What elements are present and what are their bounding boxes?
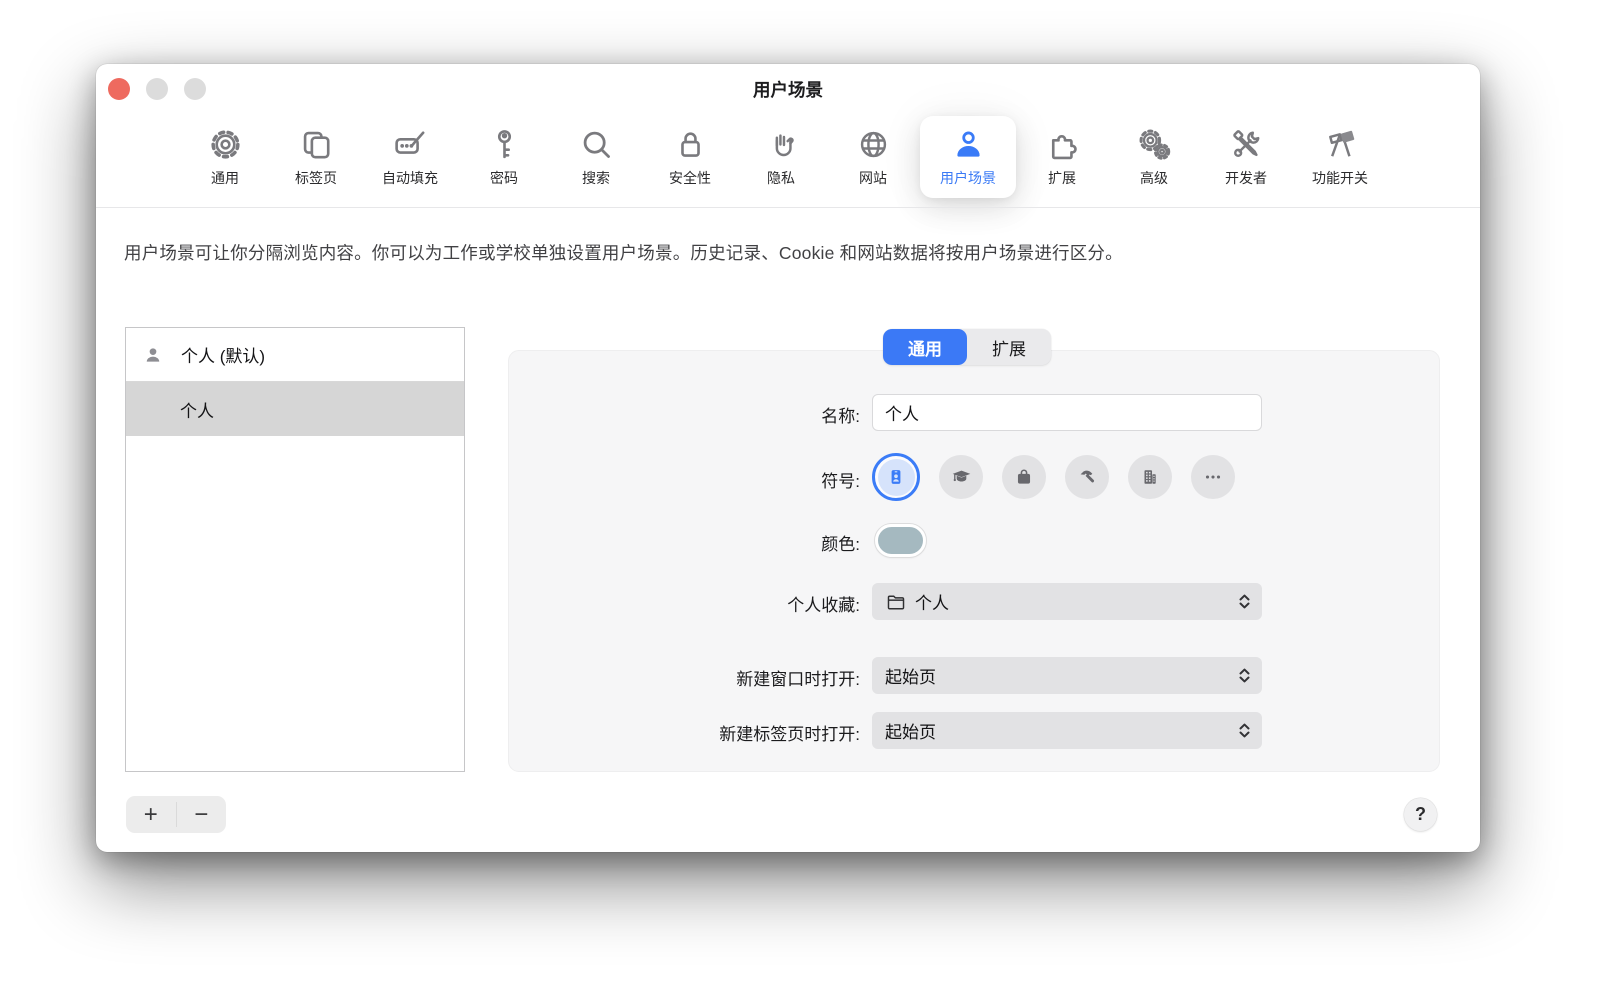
tab-general[interactable]: 通用 bbox=[883, 329, 967, 365]
gear-icon bbox=[207, 124, 244, 164]
symbol-option-bag[interactable] bbox=[1002, 455, 1046, 499]
new-tab-label: 新建标签页时打开: bbox=[719, 720, 860, 745]
tab-extensions[interactable]: 扩展 bbox=[967, 329, 1051, 365]
key-icon bbox=[486, 124, 523, 164]
person-icon bbox=[950, 124, 987, 164]
add-profile-button[interactable]: + bbox=[126, 796, 176, 833]
help-button[interactable]: ? bbox=[1404, 798, 1437, 831]
screen: 用户场景 通用 标签页 bbox=[0, 0, 1600, 996]
symbol-label: 符号: bbox=[821, 467, 860, 492]
new-window-label: 新建窗口时打开: bbox=[736, 665, 860, 690]
search-icon bbox=[578, 124, 615, 164]
bag-icon bbox=[1013, 466, 1035, 488]
list-item-label: 个人 (默认) bbox=[181, 342, 265, 367]
chevron-up-down-icon bbox=[1237, 722, 1252, 739]
symbol-option-more[interactable] bbox=[1191, 455, 1235, 499]
favorites-value: 个人 bbox=[915, 589, 1237, 614]
profiles-list: 个人 (默认) 个人 bbox=[125, 327, 465, 772]
tools-icon bbox=[1228, 124, 1265, 164]
hand-icon bbox=[763, 124, 800, 164]
profiles-description: 用户场景可让你分隔浏览内容。你可以为工作或学校单独设置用户场景。历史记录、Coo… bbox=[124, 240, 1452, 265]
profile-color-swatch[interactable] bbox=[875, 524, 926, 557]
folder-icon bbox=[885, 591, 907, 613]
toolbar-item-websites[interactable]: 网站 bbox=[813, 124, 933, 188]
toolbar-item-feature-flags[interactable]: 功能开关 bbox=[1280, 124, 1400, 188]
color-label: 颜色: bbox=[821, 530, 860, 555]
remove-profile-button[interactable]: − bbox=[177, 796, 227, 833]
symbol-options bbox=[872, 453, 1235, 501]
new-tab-value: 起始页 bbox=[885, 718, 1237, 743]
tabs-icon bbox=[298, 124, 335, 164]
list-item-personal-profile[interactable]: 个人 bbox=[126, 382, 464, 436]
building-icon bbox=[1139, 466, 1161, 488]
flags-icon bbox=[1322, 124, 1359, 164]
new-window-value: 起始页 bbox=[885, 663, 1237, 688]
chevron-up-down-icon bbox=[1237, 667, 1252, 684]
toolbar-divider bbox=[96, 207, 1480, 208]
name-label: 名称: bbox=[821, 402, 860, 427]
hammer-icon bbox=[1076, 466, 1098, 488]
puzzle-icon bbox=[1044, 124, 1081, 164]
settings-toolbar: 通用 标签页 bbox=[96, 64, 1480, 207]
favorites-label: 个人收藏: bbox=[787, 591, 860, 616]
id-badge-icon bbox=[885, 466, 907, 488]
globe-icon bbox=[855, 124, 892, 164]
chevron-up-down-icon bbox=[1237, 593, 1252, 610]
gears-icon bbox=[1136, 124, 1173, 164]
symbol-option-building[interactable] bbox=[1128, 455, 1172, 499]
new-window-dropdown[interactable]: 起始页 bbox=[872, 657, 1262, 694]
safari-settings-window: 用户场景 通用 标签页 bbox=[96, 64, 1480, 852]
favorites-dropdown[interactable]: 个人 bbox=[872, 583, 1262, 620]
detail-tabs: 通用 扩展 bbox=[883, 329, 1051, 365]
symbol-option-graduation-cap[interactable] bbox=[939, 455, 983, 499]
new-tab-dropdown[interactable]: 起始页 bbox=[872, 712, 1262, 749]
ellipsis-icon bbox=[1202, 466, 1224, 488]
autofill-icon bbox=[392, 124, 429, 164]
list-item-default-profile[interactable]: 个人 (默认) bbox=[126, 328, 464, 382]
symbol-option-id-badge[interactable] bbox=[872, 453, 920, 501]
person-icon bbox=[143, 345, 163, 365]
symbol-option-hammer[interactable] bbox=[1065, 455, 1109, 499]
lock-icon bbox=[672, 124, 709, 164]
add-remove-group: + − bbox=[126, 796, 226, 833]
list-item-label: 个人 bbox=[180, 397, 214, 422]
profile-name-input[interactable] bbox=[872, 394, 1262, 431]
graduation-cap-icon bbox=[950, 466, 973, 489]
